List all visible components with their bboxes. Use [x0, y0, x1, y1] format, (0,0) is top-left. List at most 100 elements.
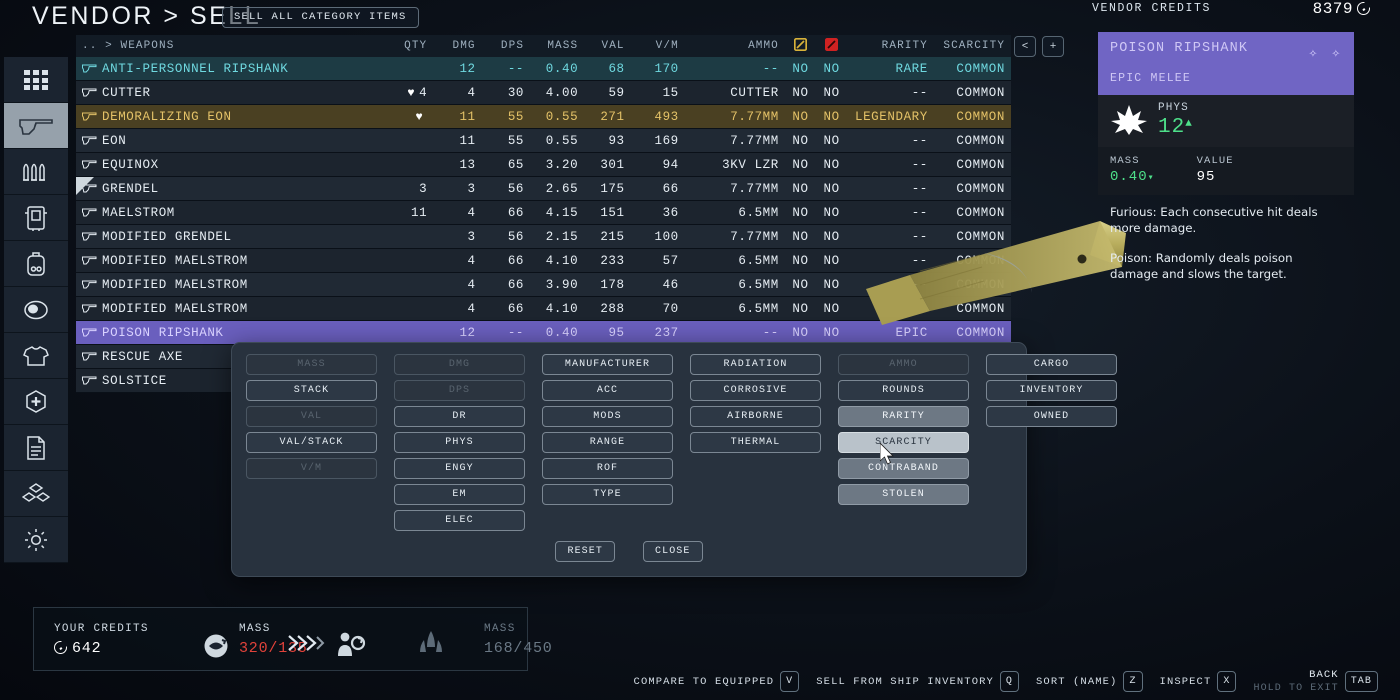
table-row[interactable]: EQUINOX 13 65 3.20 301 94 3KV LZR NO NO -- COMMON [76, 153, 1011, 177]
rarity-cell: RARE [895, 61, 928, 76]
control-hint[interactable]: INSPECT X [1160, 671, 1237, 693]
table-row[interactable]: MODIFIED MAELSTROM 4 66 4.10 288 70 6.5MM NO NO -… [76, 297, 1011, 321]
filter-button-manufacturer[interactable]: MANUFACTURER [542, 354, 673, 375]
sell-all-category-items-button[interactable]: SELL ALL CATEGORY ITEMS [222, 7, 419, 28]
sidebar-item-notes[interactable] [4, 425, 68, 471]
item-name-text: POISON RIPSHANK [102, 325, 224, 340]
hint-key[interactable]: Z [1123, 671, 1143, 693]
control-hint[interactable]: COMPARE TO EQUIPPED V [634, 671, 800, 693]
scarcity-cell: COMMON [956, 109, 1006, 124]
sidebar-item-aid[interactable] [4, 379, 68, 425]
hint-key[interactable]: V [780, 671, 800, 693]
filter-panel-actions[interactable]: RESET CLOSE [232, 541, 1026, 562]
filter-button-inventory[interactable]: INVENTORY [986, 380, 1117, 401]
sidebar-item-packs[interactable] [4, 241, 68, 287]
control-hint[interactable]: SELL FROM SHIP INVENTORY Q [816, 671, 1020, 693]
item-name-cell[interactable]: MODIFIED MAELSTROM [76, 302, 373, 316]
table-row[interactable]: MODIFIED MAELSTROM 4 66 3.90 178 46 6.5MM NO NO -… [76, 273, 1011, 297]
item-name-cell[interactable]: DEMORALIZING EON [76, 110, 373, 124]
filter-button-radiation[interactable]: RADIATION [690, 354, 821, 375]
table-pagination[interactable]: < + [1014, 36, 1064, 57]
filter-button-contraband[interactable]: CONTRABAND [838, 458, 969, 479]
sidebar-item-helmets[interactable] [4, 287, 68, 333]
hint-key[interactable]: X [1217, 671, 1237, 693]
table-row[interactable]: DEMORALIZING EON ♥ 11 55 0.55 271 493 7.77MM NO N… [76, 105, 1011, 129]
filter-button-rounds[interactable]: ROUNDS [838, 380, 969, 401]
filter-button-corrosive[interactable]: CORROSIVE [690, 380, 821, 401]
item-name-cell[interactable]: GRENDEL [76, 182, 373, 196]
item-name-cell[interactable]: MODIFIED GRENDEL [76, 230, 373, 244]
filter-button-dr[interactable]: DR [394, 406, 525, 427]
filter-button-cargo[interactable]: CARGO [986, 354, 1117, 375]
sidebar-item-misc[interactable] [4, 517, 68, 563]
filter-button-elec[interactable]: ELEC [394, 510, 525, 531]
stolen-icon [825, 37, 839, 51]
sort-filter-panel[interactable]: MASS STACK VAL VAL/STACK V/M DMG DPS DR PHYS ENGY… [231, 342, 1117, 577]
column-header-rarity[interactable]: RARITY [847, 40, 934, 52]
filter-button-stack[interactable]: STACK [246, 380, 377, 401]
sidebar-item-weapons[interactable] [4, 103, 68, 149]
back-hint-key[interactable]: TAB [1344, 671, 1378, 693]
filter-button-engy[interactable]: ENGY [394, 458, 525, 479]
filter-button-scarcity[interactable]: SCARCITY [838, 432, 969, 453]
sidebar-item-resources[interactable] [4, 471, 68, 517]
item-name-cell[interactable]: ANTI-PERSONNEL RIPSHANK [76, 62, 373, 76]
item-name-cell[interactable]: MAELSTROM [76, 206, 373, 220]
column-header-stolen[interactable] [816, 37, 847, 55]
sidebar-item-spacesuits[interactable] [4, 195, 68, 241]
dps-cell: 66 [507, 205, 525, 220]
filter-button-phys[interactable]: PHYS [394, 432, 525, 453]
control-hint[interactable]: SORT (NAME) Z [1036, 671, 1143, 693]
table-row[interactable]: MODIFIED GRENDEL 3 56 2.15 215 100 7.77MM NO NO -… [76, 225, 1011, 249]
column-header-ammo[interactable]: AMMO [685, 40, 785, 52]
close-button[interactable]: CLOSE [643, 541, 703, 562]
filter-button-thermal[interactable]: THERMAL [690, 432, 821, 453]
filter-button-stolen[interactable]: STOLEN [838, 484, 969, 505]
hint-key[interactable]: Q [999, 671, 1020, 693]
control-hints[interactable]: COMPARE TO EQUIPPED V SELL FROM SHIP INVEN… [634, 669, 1378, 694]
sidebar-item-all[interactable] [4, 57, 68, 103]
rarity-cell: -- [911, 85, 928, 100]
column-header-dps[interactable]: DPS [482, 40, 530, 52]
item-name-cell[interactable]: CUTTER [76, 86, 373, 100]
sidebar-item-apparel[interactable] [4, 333, 68, 379]
table-row[interactable]: GRENDEL 3 3 56 2.65 175 66 7.77MM NO NO -- COMMON [76, 177, 1011, 201]
filter-button-rarity[interactable]: RARITY [838, 406, 969, 427]
filter-button-type[interactable]: TYPE [542, 484, 673, 505]
reset-button[interactable]: RESET [555, 541, 615, 562]
back-hint[interactable]: BACK HOLD TO EXIT TAB [1253, 669, 1378, 694]
item-name-cell[interactable]: EQUINOX [76, 158, 373, 172]
item-name-cell[interactable]: EON [76, 134, 373, 148]
item-name-cell[interactable]: MODIFIED MAELSTROM [76, 254, 373, 268]
breadcrumb[interactable]: .. > WEAPONS [76, 40, 373, 52]
column-header-val[interactable]: VAL [584, 40, 630, 52]
table-row[interactable]: MODIFIED MAELSTROM 4 66 4.10 233 57 6.5MM NO NO -… [76, 249, 1011, 273]
column-header-dmg[interactable]: DMG [433, 40, 481, 52]
sidebar-item-ammo[interactable] [4, 149, 68, 195]
item-name-cell[interactable]: POISON RIPSHANK [76, 326, 373, 340]
column-header-vm[interactable]: V/M [631, 40, 685, 52]
page-prev-button[interactable]: < [1014, 36, 1036, 57]
table-row[interactable]: MAELSTROM 11 4 66 4.15 151 36 6.5MM NO NO -- COMMON [76, 201, 1011, 225]
column-header-scarcity[interactable]: SCARCITY [934, 40, 1011, 52]
table-row[interactable]: ANTI-PERSONNEL RIPSHANK 12 -- 0.40 68 170 -- NO… [76, 57, 1011, 81]
filter-button-airborne[interactable]: AIRBORNE [690, 406, 821, 427]
column-header-mass[interactable]: MASS [530, 40, 584, 52]
val-cell: 178 [600, 277, 625, 292]
filter-button-range[interactable]: RANGE [542, 432, 673, 453]
filter-button-em[interactable]: EM [394, 484, 525, 505]
table-row[interactable]: EON 11 55 0.55 93 169 7.77MM NO NO -- COMMON [76, 129, 1011, 153]
inventory-table[interactable]: .. > WEAPONS QTY DMG DPS MASS VAL V/M AM… [76, 35, 1011, 393]
category-sidebar[interactable] [4, 57, 68, 563]
table-row[interactable]: CUTTER ♥ 4 4 30 4.00 59 15 CUTTER NO NO -- COMMON [76, 81, 1011, 105]
item-name-cell[interactable]: MODIFIED MAELSTROM [76, 278, 373, 292]
page-add-column-button[interactable]: + [1042, 36, 1064, 57]
filter-columns[interactable]: MASS STACK VAL VAL/STACK V/M DMG DPS DR PHYS ENGY… [246, 354, 1117, 531]
filter-button-owned[interactable]: OWNED [986, 406, 1117, 427]
filter-button-val-stack[interactable]: VAL/STACK [246, 432, 377, 453]
filter-button-rof[interactable]: ROF [542, 458, 673, 479]
filter-button-mods[interactable]: MODS [542, 406, 673, 427]
filter-button-acc[interactable]: ACC [542, 380, 673, 401]
column-header-contraband[interactable] [785, 37, 816, 55]
column-header-qty[interactable]: QTY [373, 40, 433, 52]
